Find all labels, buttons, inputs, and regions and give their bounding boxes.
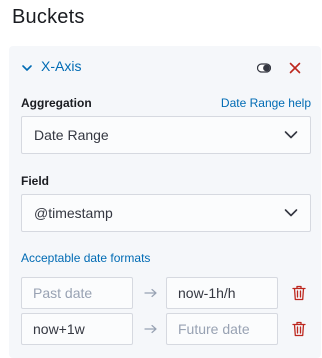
aggregation-title[interactable]: X-Axis (41, 58, 81, 74)
range-from-input[interactable] (21, 277, 133, 309)
chevron-down-icon[interactable] (21, 62, 33, 74)
sidebar-editor: Buckets X-Axis Aggregation Date Range he… (0, 0, 322, 358)
range-from-input[interactable] (21, 313, 133, 345)
aggregation-panel: X-Axis Aggregation Date Range help Date … (9, 46, 321, 358)
trash-icon[interactable] (292, 321, 306, 337)
aggregation-help-link[interactable]: Date Range help (221, 96, 311, 110)
date-formats-link[interactable]: Acceptable date formats (21, 251, 150, 265)
field-select-value: @timestamp (34, 205, 113, 221)
close-icon[interactable] (289, 62, 301, 74)
range-to-input[interactable] (166, 313, 278, 345)
arrow-right-icon (144, 324, 157, 334)
arrow-right-icon (144, 288, 157, 298)
field-select[interactable]: @timestamp (21, 194, 311, 232)
accordion-header[interactable]: X-Axis (9, 54, 321, 82)
range-to-input[interactable] (166, 277, 278, 309)
aggregation-label: Aggregation (21, 96, 92, 110)
section-title: Buckets (12, 6, 85, 28)
chevron-down-icon (284, 209, 298, 217)
aggregation-select-value: Date Range (34, 127, 109, 143)
aggregation-select[interactable]: Date Range (21, 116, 311, 154)
toggle-icon[interactable] (257, 61, 271, 75)
chevron-down-icon (284, 131, 298, 139)
field-label: Field (21, 174, 50, 188)
trash-icon[interactable] (292, 285, 306, 301)
